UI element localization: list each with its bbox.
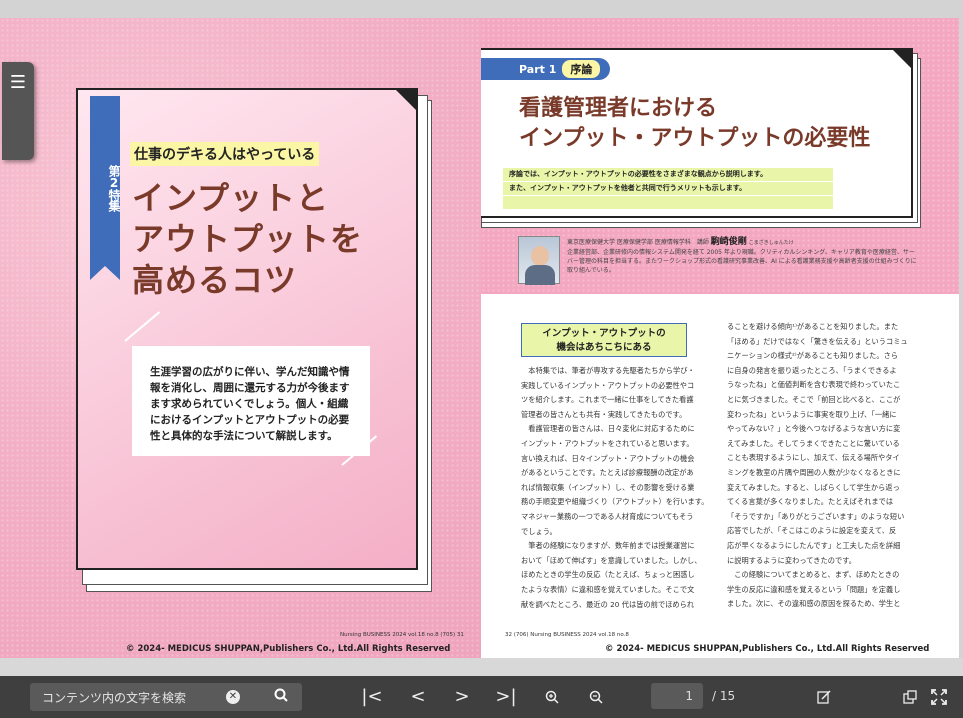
top-bar	[0, 0, 963, 18]
article-intro: 序論では、インプット・アウトプットの必要性をさまざまな観点から説明します。 また…	[503, 168, 833, 210]
body-column-1: 本特集では、筆者が専攻する先駆者たちから学び・ 実践しているインプット・アウトプッ…	[521, 366, 709, 609]
right-copyright: © 2024- MEDICUS SHUPPAN,Publishers Co., …	[605, 644, 930, 654]
part-label: Part 1	[519, 62, 557, 76]
next-page-icon[interactable]: >	[450, 676, 474, 718]
part-badge: Part 1 序論	[481, 58, 611, 80]
prev-page-icon[interactable]: <	[406, 676, 430, 718]
total-pages: / 15	[712, 689, 736, 703]
card-corner	[394, 88, 418, 112]
clear-icon[interactable]: ✕	[226, 690, 240, 704]
author-name: 駒崎俊剛	[710, 237, 747, 247]
zoom-in-icon[interactable]	[540, 676, 564, 718]
toc-menu-button[interactable]: ☰	[2, 62, 34, 160]
search-box[interactable]: コンテンツ内の文字を検索 ✕	[30, 683, 302, 711]
zoom-out-icon[interactable]	[584, 676, 608, 718]
book-viewer: 第2特集 仕事のデキる人はやっている インプットと アウトプットを 高めるコツ …	[0, 18, 963, 658]
section-heading-line: 機会はあちこちにある	[556, 342, 652, 353]
feature-title: インプットと アウトプットを 高めるコツ	[132, 178, 363, 301]
card-corner	[891, 48, 913, 70]
left-copyright: © 2024- MEDICUS SHUPPAN,Publishers Co., …	[126, 644, 451, 654]
page-number-input[interactable]: 1	[651, 683, 703, 709]
last-page-icon[interactable]: >|	[494, 676, 518, 718]
section-heading-line: インプット・アウトプットの	[542, 328, 666, 339]
body-column-2: ることを避ける傾向¹⁾があることを知りました。また 「ほめる」だけではなく「驚きを…	[727, 322, 908, 609]
article-title-line: 看護管理者における	[519, 96, 718, 121]
intro-line: また、インプット・アウトプットを他者と共同で行うメリットも示します。	[503, 182, 833, 195]
author-block: 東京医療保健大学 医療保健学部 医療情報学科 講師 駒崎俊剛 こまざきしゅんたけ…	[567, 238, 917, 275]
section-heading: インプット・アウトプットの 機会はあちこちにある	[521, 323, 687, 357]
feature-description: 生涯学習の広がりに伴い、学んだ知識や情報を消化し、周囲に還元する力が今後ますます…	[132, 346, 370, 456]
right-page[interactable]: Part 1 序論 看護管理者における インプット・アウトプットの必要性 序論で…	[481, 18, 959, 658]
feature-label: 第2特集	[90, 96, 121, 280]
feature-title-line: アウトプットを	[132, 220, 364, 258]
author-bio: 企業経営部、企業研修内の情報システム開発を経て 2005 年より現職。クリティカ…	[567, 249, 917, 274]
search-input[interactable]: コンテンツ内の文字を検索	[42, 689, 186, 706]
left-page-footer: Nursing BUSINESS 2024 vol.18 no.8 (705) …	[340, 632, 464, 638]
author-photo	[518, 236, 560, 285]
article-title: 看護管理者における インプット・アウトプットの必要性	[519, 94, 870, 154]
search-icon[interactable]	[260, 683, 302, 711]
left-page[interactable]: 第2特集 仕事のデキる人はやっている インプットと アウトプットを 高めるコツ …	[0, 18, 481, 658]
fullscreen-icon[interactable]	[928, 676, 950, 718]
intro-line	[503, 196, 833, 209]
list-icon: ☰	[9, 72, 27, 93]
feature-title-line: インプットと	[132, 179, 330, 217]
author-ruby: こまざきしゅんたけ	[748, 240, 794, 246]
edit-note-icon[interactable]	[812, 676, 836, 718]
part-tag: 序論	[562, 60, 601, 78]
share-icon[interactable]	[900, 676, 920, 718]
intro-line: 序論では、インプット・アウトプットの必要性をさまざまな観点から説明します。	[503, 168, 833, 181]
feature-title-line: 高めるコツ	[132, 261, 298, 299]
author-affiliation: 東京医療保健大学 医療保健学部 医療情報学科 講師	[567, 239, 709, 246]
first-page-icon[interactable]: |<	[360, 676, 384, 718]
right-page-footer: 32 (706) Nursing BUSINESS 2024 vol.18 no…	[505, 632, 629, 638]
feature-subtitle: 仕事のデキる人はやっている	[130, 142, 320, 166]
article-title-line: インプット・アウトプットの必要性	[519, 126, 871, 151]
